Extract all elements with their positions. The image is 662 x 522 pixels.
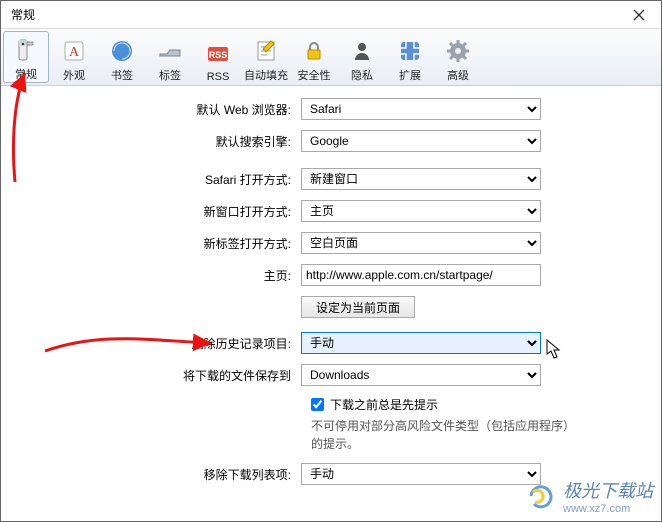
- tab-label: 外观: [63, 67, 85, 83]
- close-button[interactable]: [623, 4, 655, 26]
- remove-history-label: 删除历史记录项目:: [41, 335, 301, 352]
- general-pane: 默认 Web 浏览器: Safari 默认搜索引擎: Google Safari…: [1, 86, 661, 522]
- watermark-url: www.xz7.com: [563, 503, 653, 515]
- set-current-page-button[interactable]: 设定为当前页面: [301, 296, 415, 318]
- new-tab-select[interactable]: 空白页面: [301, 232, 541, 254]
- homepage-input[interactable]: [301, 264, 541, 286]
- download-note: 不可停用对部分高风险文件类型（包括应用程序）的提示。: [311, 417, 581, 453]
- watermark: 极光下载站 www.xz7.com: [527, 477, 653, 515]
- gear-icon: [444, 37, 472, 65]
- watermark-icon: [527, 483, 557, 509]
- new-window-select[interactable]: 主页: [301, 200, 541, 222]
- default-search-label: 默认搜索引擎:: [41, 133, 301, 150]
- tab-bookmarks[interactable]: 书签: [99, 31, 145, 83]
- window-title: 常规: [11, 6, 35, 23]
- tab-label: 高级: [447, 67, 469, 83]
- appearance-icon: A: [60, 37, 88, 65]
- svg-text:RSS: RSS: [209, 50, 228, 60]
- tab-privacy[interactable]: 隐私: [339, 31, 385, 83]
- default-browser-select[interactable]: Safari: [301, 98, 541, 120]
- save-downloads-label: 将下载的文件保存到: [41, 367, 301, 384]
- rss-icon: RSS: [204, 41, 232, 69]
- title-bar: 常规: [1, 1, 661, 29]
- new-window-label: 新窗口打开方式:: [41, 203, 301, 220]
- remove-history-select[interactable]: 手动: [301, 332, 541, 354]
- tab-label: 标签: [159, 67, 181, 83]
- remove-download-list-label: 移除下载列表项:: [41, 466, 301, 483]
- prompt-before-download-label: 下载之前总是先提示: [330, 396, 438, 413]
- tab-advanced[interactable]: 高级: [435, 31, 481, 83]
- tab-appearance[interactable]: A 外观: [51, 31, 97, 83]
- svg-text:A: A: [69, 45, 80, 60]
- tab-tabs[interactable]: 标签: [147, 31, 193, 83]
- watermark-brand: 极光下载站: [563, 481, 653, 501]
- preferences-toolbar: 常规 A 外观 书签 标签 RSS RSS 自动填充 安全性: [1, 29, 661, 86]
- tab-label: 扩展: [399, 67, 421, 83]
- safari-open-label: Safari 打开方式:: [41, 171, 301, 188]
- tab-label: 书签: [111, 67, 133, 83]
- remove-download-list-select[interactable]: 手动: [301, 463, 541, 485]
- tab-general[interactable]: 常规: [3, 31, 49, 83]
- tab-extensions[interactable]: 扩展: [387, 31, 433, 83]
- safari-open-select[interactable]: 新建窗口: [301, 168, 541, 190]
- privacy-icon: [348, 37, 376, 65]
- save-downloads-select[interactable]: Downloads: [301, 364, 541, 386]
- default-browser-label: 默认 Web 浏览器:: [41, 101, 301, 118]
- autofill-icon: [252, 37, 280, 65]
- tab-label: 隐私: [351, 67, 373, 83]
- close-icon: [633, 9, 645, 21]
- tab-label: 常规: [15, 66, 37, 82]
- extensions-icon: [396, 37, 424, 65]
- lock-icon: [300, 37, 328, 65]
- tab-label: RSS: [207, 71, 230, 83]
- tab-autofill[interactable]: 自动填充: [243, 31, 289, 83]
- tab-security[interactable]: 安全性: [291, 31, 337, 83]
- prompt-before-download[interactable]: 下载之前总是先提示: [311, 396, 641, 413]
- tab-label: 安全性: [298, 67, 331, 83]
- prompt-before-download-checkbox[interactable]: [311, 398, 324, 411]
- tabs-icon: [156, 37, 184, 65]
- default-search-select[interactable]: Google: [301, 130, 541, 152]
- tab-label: 自动填充: [244, 67, 288, 83]
- new-tab-label: 新标签打开方式:: [41, 235, 301, 252]
- bookmarks-icon: [108, 37, 136, 65]
- general-icon: [12, 36, 40, 64]
- homepage-label: 主页:: [41, 267, 301, 284]
- tab-rss[interactable]: RSS RSS: [195, 31, 241, 83]
